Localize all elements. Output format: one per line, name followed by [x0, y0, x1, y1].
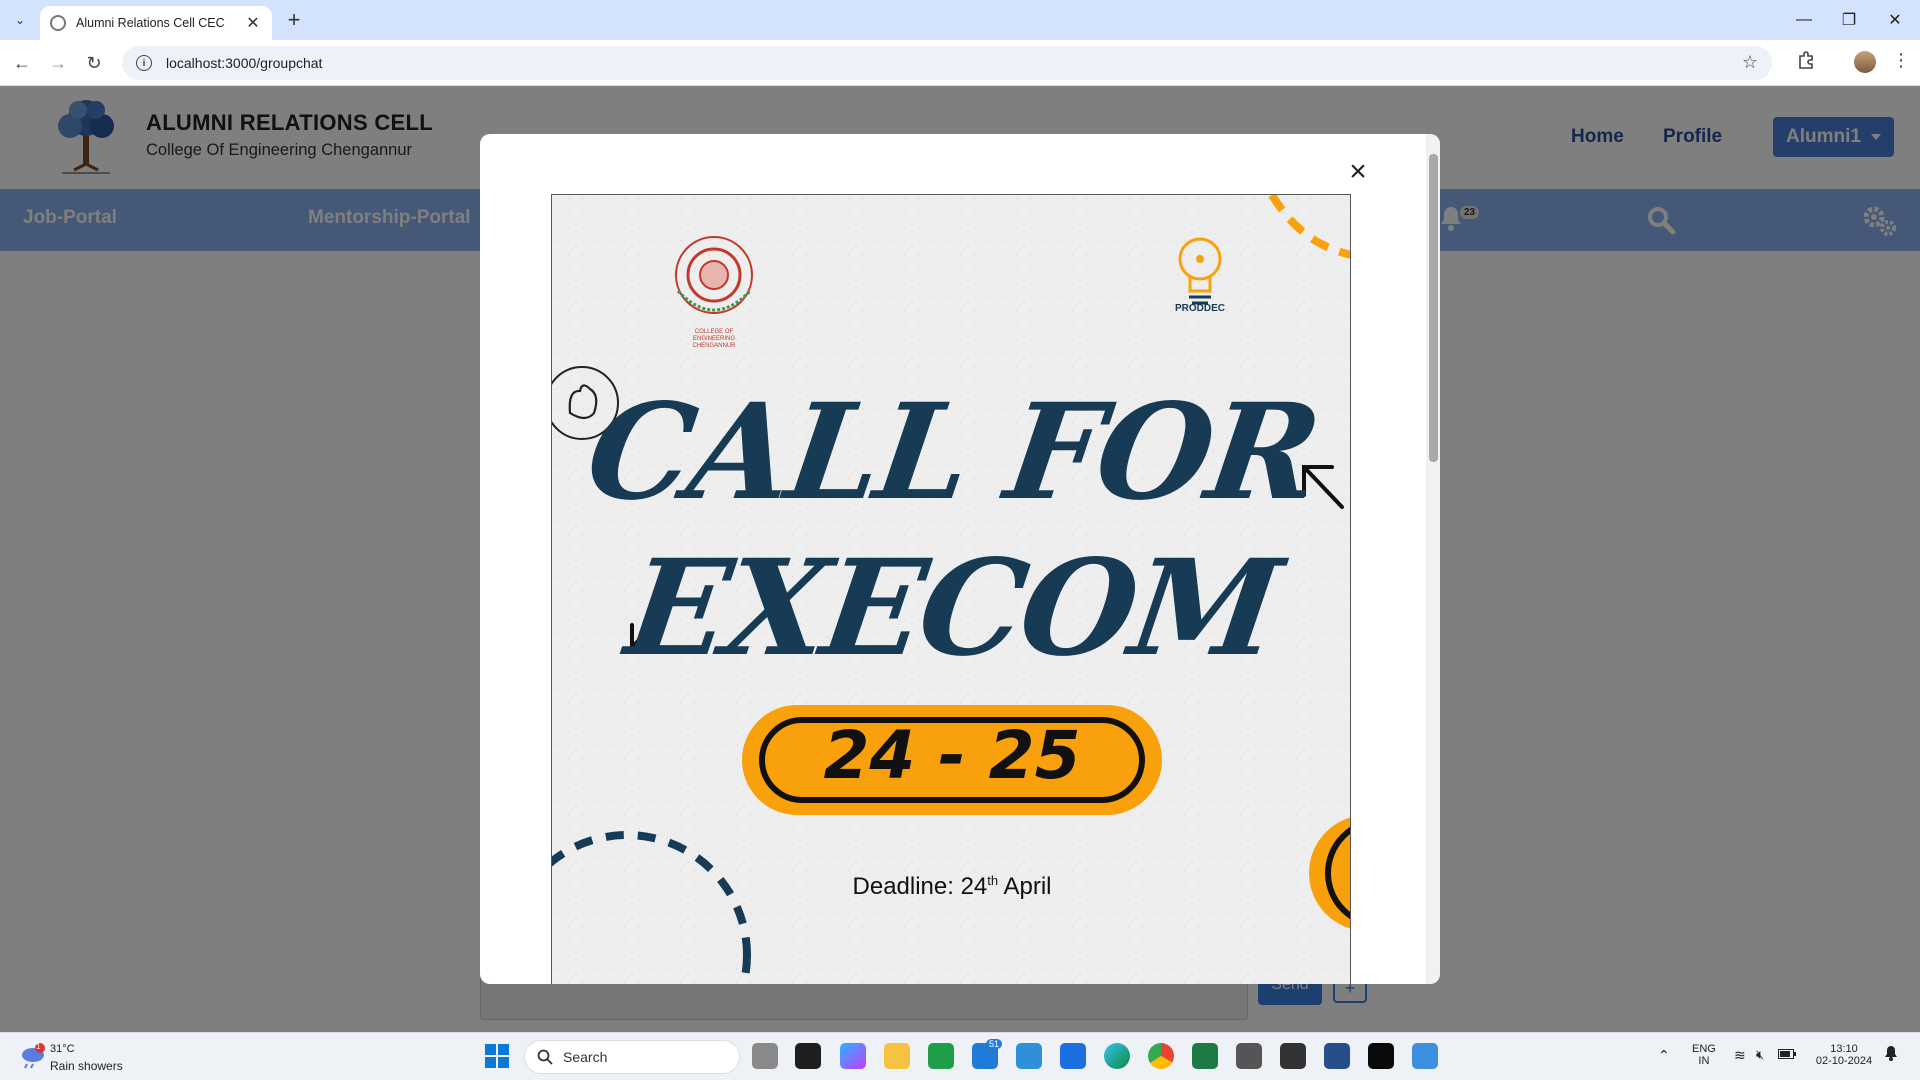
deadline-ordinal: th	[987, 873, 999, 888]
bookmark-star-icon[interactable]: ☆	[1742, 52, 1758, 73]
notifications-bell-icon[interactable]	[1884, 1045, 1898, 1064]
classroom-app-icon[interactable]	[928, 1043, 954, 1069]
edge-icon[interactable]	[1104, 1043, 1130, 1069]
back-button[interactable]: ←	[8, 49, 36, 77]
reload-button[interactable]: ↻	[80, 49, 108, 77]
browser-tab-active[interactable]: Alumni Relations Cell CEC ✕	[40, 6, 272, 40]
tab-title: Alumni Relations Cell CEC	[76, 16, 225, 30]
terminal-icon[interactable]	[795, 1043, 821, 1069]
notepad-icon[interactable]	[1412, 1043, 1438, 1069]
network-tool-icon[interactable]	[1324, 1043, 1350, 1069]
execom-poster-image: COLLEGE OF ENGINEERING CHENGANNUR PRODDE…	[551, 194, 1351, 984]
deadline-prefix: Deadline: 24	[852, 873, 988, 900]
address-bar-url[interactable]: localhost:3000/groupchat	[166, 55, 322, 71]
globe-icon	[50, 15, 66, 31]
wifi-icon[interactable]: ≋	[1734, 1047, 1746, 1064]
browser-tabstrip: ⌄ Alumni Relations Cell CEC ✕ + — ❐ ✕	[0, 0, 1920, 40]
proddec-label: PRODDEC	[1174, 303, 1225, 314]
camera-app-icon[interactable]	[1236, 1043, 1262, 1069]
task-view-icon[interactable]	[752, 1043, 778, 1069]
windows-taskbar: 1 31°C Rain showers Search 51 ⌃ ENG IN ≋…	[0, 1032, 1920, 1080]
site-info-icon[interactable]: i	[136, 55, 152, 71]
battery-icon[interactable]	[1778, 1049, 1796, 1062]
poster-deadline: Deadline: 24th April	[552, 873, 1350, 901]
taskbar-search-box[interactable]: Search	[524, 1040, 740, 1074]
language-indicator[interactable]: ENG IN	[1692, 1043, 1716, 1067]
windows-start-icon[interactable]	[484, 1043, 510, 1069]
window-restore-button[interactable]: ❐	[1826, 6, 1872, 34]
browser-menu-icon[interactable]: ⋮	[1892, 50, 1910, 71]
clock-time: 13:10	[1830, 1043, 1858, 1055]
tray-chevron-up-icon[interactable]: ⌃	[1658, 1047, 1670, 1064]
weather-badge: 1	[36, 1042, 41, 1051]
modal-scrollbar-thumb[interactable]	[1429, 154, 1438, 462]
image-preview-modal: × COLLEGE OF ENGINEERING CHENGANNUR PROD…	[480, 134, 1440, 984]
modal-close-button[interactable]: ×	[1338, 152, 1378, 192]
store-app-icon[interactable]	[1060, 1043, 1086, 1069]
profile-avatar[interactable]	[1854, 51, 1876, 73]
taskbar-search-placeholder: Search	[563, 1049, 608, 1065]
copilot-icon[interactable]	[840, 1043, 866, 1069]
taskbar-search-icon	[537, 1049, 553, 1065]
address-bar[interactable]: i localhost:3000/groupchat ☆	[122, 46, 1772, 80]
modal-scrollbar[interactable]	[1426, 134, 1440, 984]
language-line1: ENG	[1692, 1043, 1716, 1055]
file-explorer-icon[interactable]	[884, 1043, 910, 1069]
window-minimize-button[interactable]: —	[1781, 6, 1827, 34]
poster-year-range: 24 - 25	[823, 717, 1081, 794]
mail-badge: 51	[986, 1039, 1003, 1049]
clock-date: 02-10-2024	[1815, 1055, 1873, 1067]
tab-close-icon[interactable]: ✕	[244, 13, 262, 33]
pycharm-icon[interactable]	[1368, 1043, 1394, 1069]
weather-rain-icon[interactable]	[18, 1043, 46, 1069]
extensions-puzzle-icon[interactable]	[1797, 50, 1817, 75]
weather-temperature[interactable]: 31°C	[50, 1043, 75, 1055]
deadline-suffix: April	[998, 873, 1052, 900]
weather-description[interactable]: Rain showers	[50, 1059, 123, 1073]
volume-muted-icon[interactable]: 🔇︎	[1756, 1047, 1764, 1063]
excel-icon[interactable]	[1192, 1043, 1218, 1069]
new-tab-button[interactable]: +	[280, 6, 308, 34]
tab-search-chevron-icon[interactable]: ⌄	[8, 8, 32, 32]
language-line2: IN	[1698, 1055, 1710, 1067]
forward-button[interactable]: →	[44, 49, 72, 77]
clock[interactable]: 13:10 02-10-2024	[1812, 1043, 1876, 1067]
poster-headline-line1: CALL FOR	[578, 375, 1326, 530]
college-seal-text: COLLEGE OF ENGINEERING CHENGANNUR	[692, 329, 736, 349]
browser-toolbar: ← → ↻ i localhost:3000/groupchat ☆ ⋮	[0, 40, 1920, 86]
poster-headline-line2: EXECOM	[618, 531, 1286, 686]
media-app-icon[interactable]	[1280, 1043, 1306, 1069]
window-close-button[interactable]: ✕	[1872, 6, 1918, 34]
vscode-icon[interactable]	[1016, 1043, 1042, 1069]
chrome-icon[interactable]	[1148, 1043, 1174, 1069]
